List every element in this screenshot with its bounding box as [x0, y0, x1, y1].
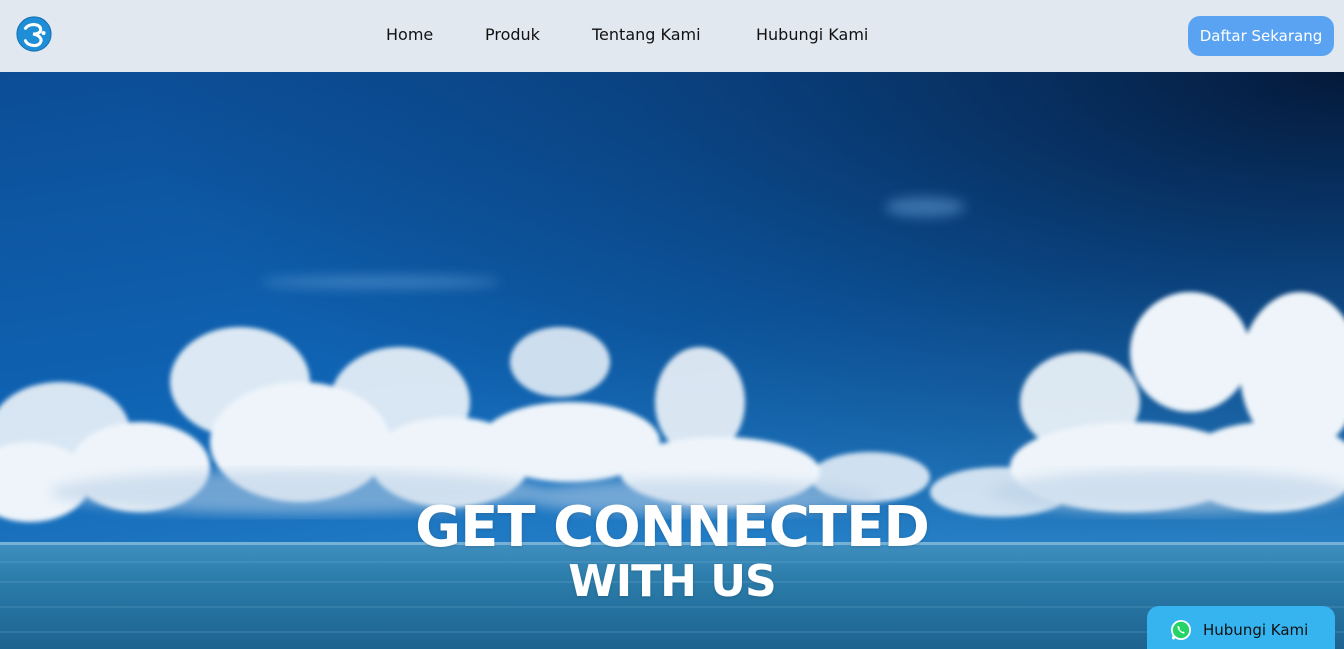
navbar: Home Produk Tentang Kami Hubungi Kami Da… — [0, 0, 1344, 72]
nav-hubungi-kami[interactable]: Hubungi Kami — [756, 25, 868, 44]
nav-produk[interactable]: Produk — [485, 25, 540, 44]
register-now-button[interactable]: Daftar Sekarang — [1188, 16, 1334, 56]
hero-subtitle: WITH US — [568, 556, 776, 607]
nav-tentang-kami[interactable]: Tentang Kami — [592, 25, 701, 44]
hero-title: GET CONNECTED — [415, 495, 930, 560]
main-nav: Home Produk Tentang Kami Hubungi Kami — [0, 0, 1344, 72]
whatsapp-contact-label: Hubungi Kami — [1203, 621, 1309, 639]
whatsapp-contact-button[interactable]: Hubungi Kami — [1147, 606, 1335, 649]
whatsapp-icon — [1171, 620, 1191, 640]
nav-home[interactable]: Home — [386, 25, 433, 44]
hero-banner: GET CONNECTED WITH US — [0, 72, 1344, 649]
